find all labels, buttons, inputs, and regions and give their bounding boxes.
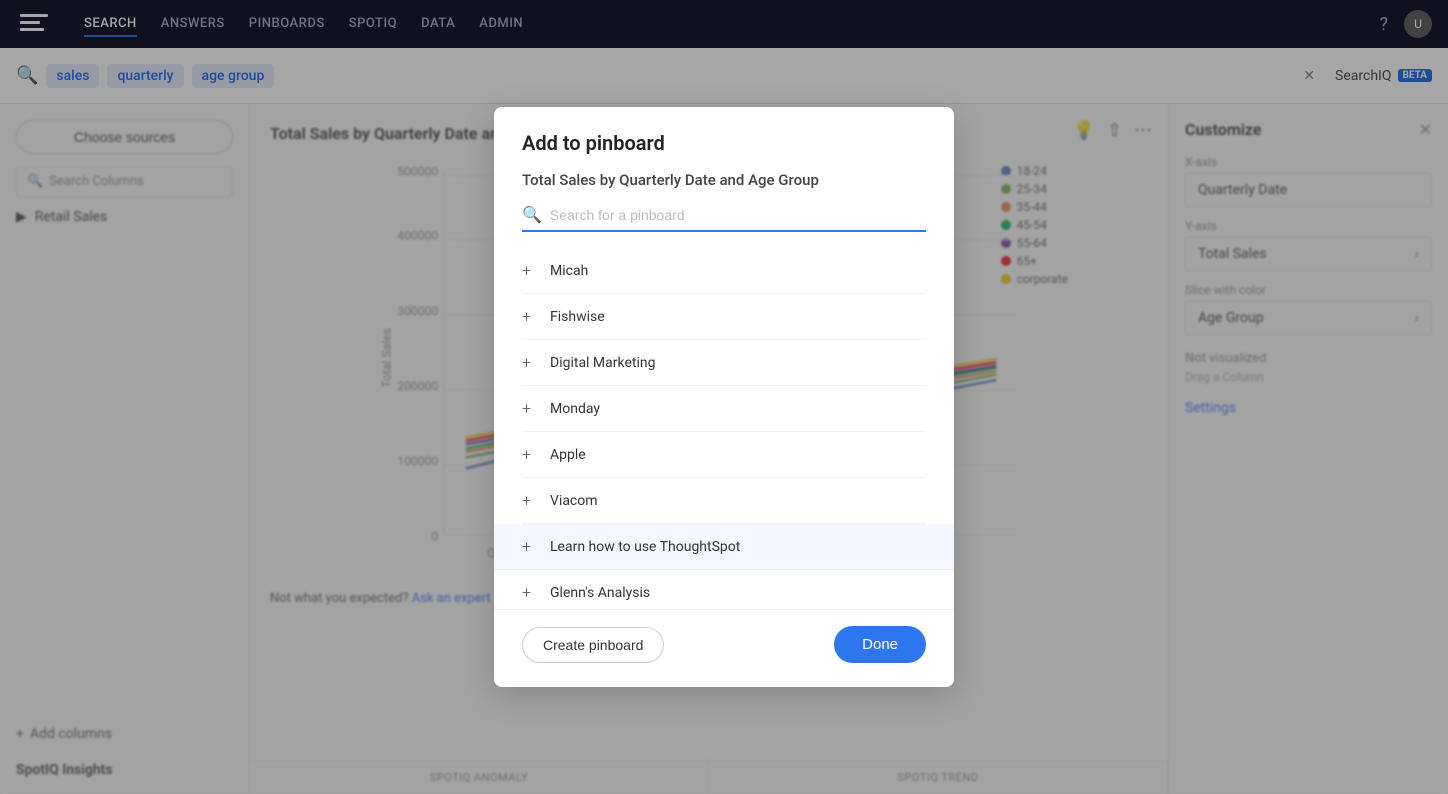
modal-pinboard-list: + Micah + Fishwise + Digital Marketing +… (494, 248, 954, 609)
list-item-apple[interactable]: + Apple (522, 432, 926, 478)
list-item-fishwise[interactable]: + Fishwise (522, 294, 926, 340)
modal-search: 🔍 (522, 205, 926, 232)
plus-icon-viacom: + (522, 491, 538, 510)
list-item-label-monday: Monday (550, 401, 600, 417)
list-item-label-fishwise: Fishwise (550, 309, 605, 325)
list-item-label-viacom: Viacom (550, 493, 598, 509)
list-item-label-digital-marketing: Digital Marketing (550, 355, 655, 371)
list-item-glenns-analysis[interactable]: + Glenn's Analysis (522, 570, 926, 609)
list-item-micah[interactable]: + Micah (522, 248, 926, 294)
modal-overlay: Add to pinboard Total Sales by Quarterly… (0, 0, 1448, 794)
modal-search-icon: 🔍 (522, 205, 542, 224)
done-button[interactable]: Done (834, 626, 926, 663)
modal-subtitle: Total Sales by Quarterly Date and Age Gr… (522, 171, 926, 189)
plus-icon-learn-thoughtspot: + (522, 537, 538, 556)
modal-title: Add to pinboard (522, 131, 926, 155)
plus-icon-monday: + (522, 399, 538, 418)
list-item-monday[interactable]: + Monday (522, 386, 926, 432)
list-item-viacom[interactable]: + Viacom (522, 478, 926, 524)
list-item-label-apple: Apple (550, 447, 586, 463)
create-pinboard-button[interactable]: Create pinboard (522, 627, 664, 663)
list-item-label-learn-thoughtspot: Learn how to use ThoughtSpot (550, 539, 740, 555)
plus-icon-glenns-analysis: + (522, 583, 538, 602)
modal-header: Add to pinboard Total Sales by Quarterly… (494, 107, 954, 248)
plus-icon-digital-marketing: + (522, 353, 538, 372)
list-item-label-glenns-analysis: Glenn's Analysis (550, 585, 650, 601)
modal-search-input[interactable] (550, 207, 926, 223)
plus-icon-fishwise: + (522, 307, 538, 326)
plus-icon-apple: + (522, 445, 538, 464)
list-item-learn-thoughtspot[interactable]: + Learn how to use ThoughtSpot (494, 524, 954, 570)
modal-footer: Create pinboard Done (494, 609, 954, 687)
list-item-digital-marketing[interactable]: + Digital Marketing (522, 340, 926, 386)
plus-icon-micah: + (522, 261, 538, 280)
add-to-pinboard-modal: Add to pinboard Total Sales by Quarterly… (494, 107, 954, 687)
list-item-label-micah: Micah (550, 263, 588, 279)
